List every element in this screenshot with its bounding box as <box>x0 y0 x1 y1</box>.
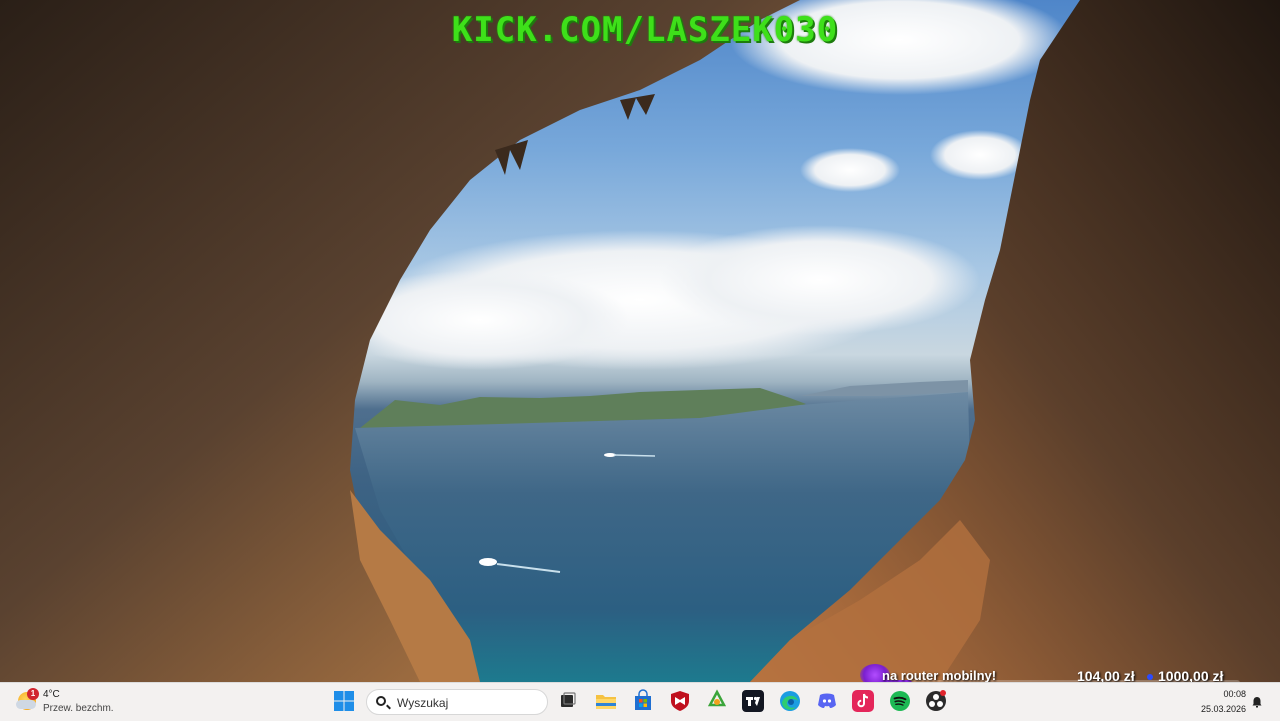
donation-goal-amount: 1000,00 zł <box>1158 668 1224 682</box>
edge-icon[interactable] <box>778 689 802 713</box>
stream-url-overlay: KICK.COM/LASZEK030 <box>451 10 839 50</box>
cloud-icon <box>16 700 36 709</box>
tiktok-icon[interactable] <box>851 689 875 713</box>
obs-icon[interactable] <box>924 689 948 713</box>
file-explorer-icon[interactable] <box>594 689 618 713</box>
search-placeholder: Wyszukaj <box>397 696 449 710</box>
desktop-wallpaper: KICK.COM/LASZEK030 na router mobilny! 10… <box>0 0 1280 682</box>
clock-time: 00:08 <box>1223 689 1246 699</box>
taskbar-search-box[interactable]: Wyszukaj <box>366 689 548 715</box>
windows-start-icon[interactable] <box>332 689 356 713</box>
notification-bell-icon[interactable] <box>1251 695 1263 708</box>
mcafee-icon[interactable] <box>668 689 692 713</box>
donation-current-amount: 104,00 zł <box>1077 668 1135 682</box>
system-clock[interactable]: 00:08 25.03.2026 <box>1190 687 1246 717</box>
weather-notification-badge: 1 <box>27 688 39 700</box>
tradingview-icon[interactable] <box>741 689 765 713</box>
weather-widget[interactable]: 1 4°C Przew. bezchm. <box>14 686 154 718</box>
weather-temperature: 4°C <box>43 689 60 700</box>
clock-date: 25.03.2026 <box>1200 704 1246 714</box>
spotify-icon[interactable] <box>888 689 912 713</box>
donation-message: na router mobilny! <box>882 668 997 682</box>
cave-landscape-image <box>0 0 1280 682</box>
taskbar: 1 4°C Przew. bezchm. Wyszukaj 00:08 25.0… <box>0 682 1280 721</box>
microsoft-store-icon[interactable] <box>631 689 655 713</box>
weather-condition: Przew. bezchm. <box>43 703 114 714</box>
discord-icon[interactable] <box>815 689 839 713</box>
donation-separator-dot <box>1147 674 1153 680</box>
search-icon <box>376 696 386 706</box>
recycle-app-icon[interactable] <box>705 689 729 713</box>
donation-goal-widget: na router mobilny! 104,00 zł 1000,00 zł <box>850 664 1240 682</box>
task-view-icon[interactable] <box>556 689 580 713</box>
